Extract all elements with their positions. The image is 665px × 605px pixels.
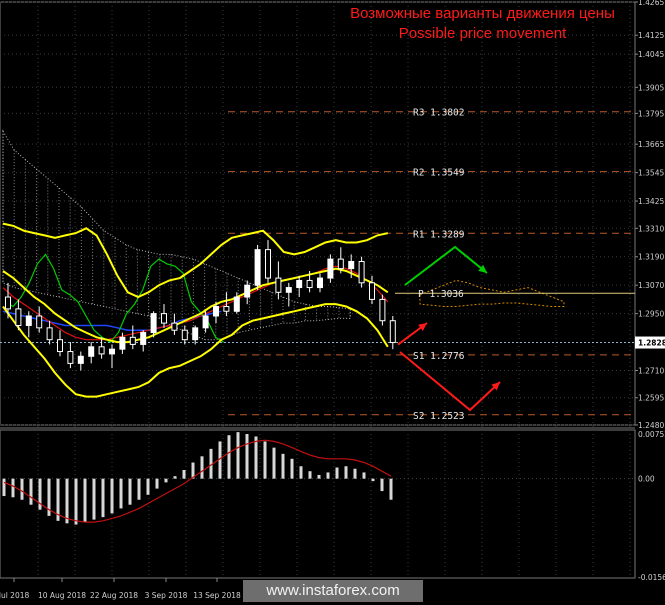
time-tick-label: 10 Aug 2018 [38,591,86,600]
main-panel-frame [0,1,636,426]
level-label-r2: R2 1.3549 [413,168,465,179]
chart-title-ru: Возможные варианты движения цены [350,5,615,22]
candle-bullish [119,336,126,350]
price-tick-label: 1.4265 [638,0,664,7]
price-tick-label: 1.4045 [638,50,664,59]
price-tick-label: 1.3795 [638,109,664,118]
macd-axis-label: 0.00752 [638,430,665,439]
candle-bullish [213,306,219,317]
ichimoku-cloud [2,129,565,341]
price-tick-label: 1.3545 [638,169,664,178]
time-tick-label: 3 Sep 2018 [145,591,188,600]
watermark-link[interactable]: www.instaforex.com [243,580,423,602]
time-tick-label: 22 Aug 2018 [90,591,138,600]
candle-bullish [285,287,292,293]
candle-bearish [57,339,63,353]
macd-axis-label: -0.01569 [638,573,665,582]
candle-bullish [150,313,157,334]
candle-bearish [369,282,375,300]
candle-bullish [109,348,115,355]
ichimoku-cloud-outline [2,129,351,341]
level-label-s1: S1 1.2776 [413,351,465,362]
candle-bearish [265,249,271,279]
candle-bearish [181,329,188,341]
candle-bearish [5,296,11,310]
candle-bearish [67,351,74,364]
price-tick-label: 1.2480 [638,421,664,430]
candle-bullish [202,315,209,329]
level-label-p: P 1.3036 [418,289,464,300]
price-tick-label: 1.2950 [638,310,664,319]
candle-bullish [77,355,84,364]
candle-bullish [244,284,251,298]
candle-bullish [88,346,95,357]
price-tick-label: 1.3905 [638,83,664,92]
candle-bearish [379,298,386,322]
price-tick-label: 1.3425 [638,197,664,206]
price-tick-label: 1.3310 [638,224,664,233]
candle-bearish [275,277,282,293]
price-tick-label: 1.4125 [638,31,664,40]
candle-bullish [317,277,323,289]
candle-bullish [140,332,147,345]
level-label-r1: R1 1.3289 [413,229,465,240]
candle-bullish [296,279,303,289]
candle-bearish [306,279,313,289]
candle-bullish [348,260,355,270]
candle-bearish [15,308,22,326]
candle-bearish [98,346,105,355]
candle-bearish [36,315,43,329]
price-tick-label: 1.3190 [638,253,664,262]
price-tick-label: 1.2595 [638,394,664,403]
candle-bearish [129,336,136,345]
candle-bearish [389,320,396,344]
candle-bearish [46,327,53,341]
level-label-r3: R3 1.3802 [413,108,464,119]
candle-bearish [223,306,230,312]
candle-bullish [327,258,334,279]
price-axis: 1.4265 1.4125 1.4045 1.3905 1.3795 1.3665 1.35… [635,0,665,430]
pivot-levels: R3 1.3802 R2 1.3549 R1 1.3289 P 1.3036 S1 1.… [0,108,635,422]
price-chart: R3 1.3802 R2 1.3549 R1 1.3289 P 1.3036 S1 1.… [0,0,665,600]
candle-bullish [192,327,199,341]
level-label-s2: S2 1.2523 [413,411,464,422]
price-tick-label: 1.2710 [638,366,664,375]
candle-bearish [171,322,178,331]
price-tick-label: 1.3665 [638,140,664,149]
macd-signal-line [3,439,392,523]
forecast-arrows [397,245,501,412]
macd-panel: 0.00752 0.00 -0.01569 [0,430,665,582]
candle-bullish [254,249,261,286]
time-axis: Jul 2018 10 Aug 2018 22 Aug 2018 3 Sep 2018… [0,578,241,600]
candle-bearish [358,260,365,284]
candle-bearish [161,313,167,324]
current-price-label: 1.2828 [638,339,665,348]
time-tick-label: 13 Sep 2018 [193,591,241,600]
arrow-green-bounce [404,245,488,286]
chart-title-en: Possible price movement [398,25,567,42]
candle-bullish [233,296,240,312]
macd-axis-label: 0.00 [638,475,655,484]
candle-bullish [25,315,32,326]
time-tick-label: Jul 2018 [0,591,29,600]
candle-bearish [337,258,344,270]
price-tick-label: 1.3070 [638,281,664,290]
